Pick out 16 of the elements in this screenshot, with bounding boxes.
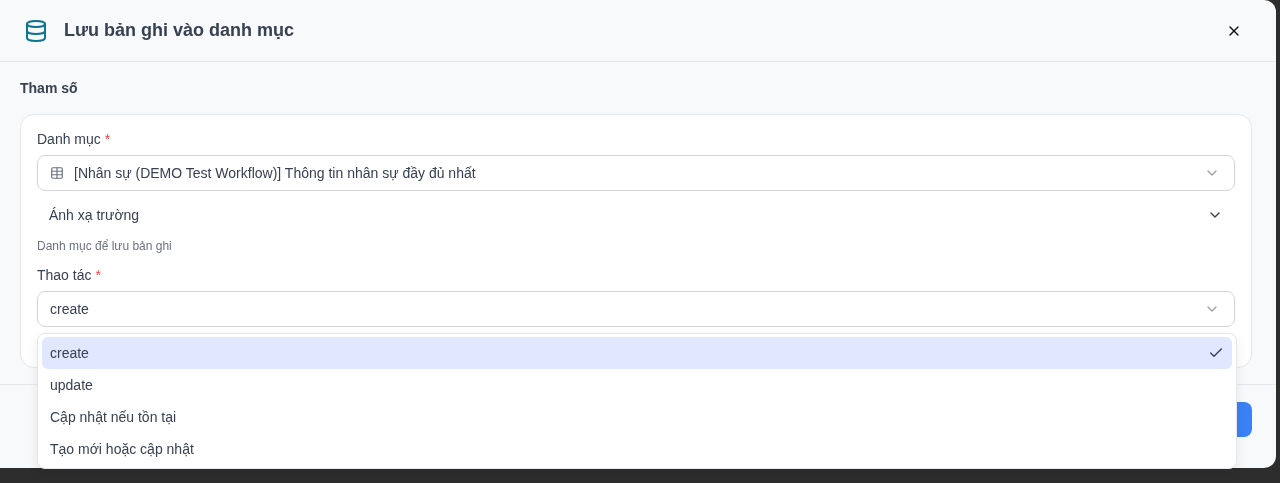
required-mark: *	[95, 267, 101, 283]
menu-option[interactable]: update	[42, 369, 1232, 401]
section-title: Tham số	[20, 80, 79, 96]
table-icon	[50, 166, 64, 180]
catalog-select[interactable]: [Nhân sự (DEMO Test Workflow)] Thông tin nhân sự đầy đủ nhất	[37, 155, 1235, 191]
field-hint: Danh mục để lưu bản ghi	[37, 239, 173, 253]
menu-option[interactable]: create	[42, 337, 1232, 369]
database-icon	[24, 18, 48, 43]
required-mark: *	[104, 131, 111, 147]
menu-option[interactable]: Cập nhật nếu tồn tại	[42, 401, 1232, 433]
mapping-toggle[interactable]: Ánh xạ trường	[37, 191, 1235, 239]
field-label: Thao tác	[37, 267, 92, 283]
dialog-title: Lưu bản ghi vào danh mục	[64, 20, 296, 41]
menu-option[interactable]: Tạo mới hoặc cập nhật	[42, 433, 1232, 465]
action-select[interactable]: create	[37, 291, 1235, 327]
field-label: Danh mục	[37, 131, 101, 147]
